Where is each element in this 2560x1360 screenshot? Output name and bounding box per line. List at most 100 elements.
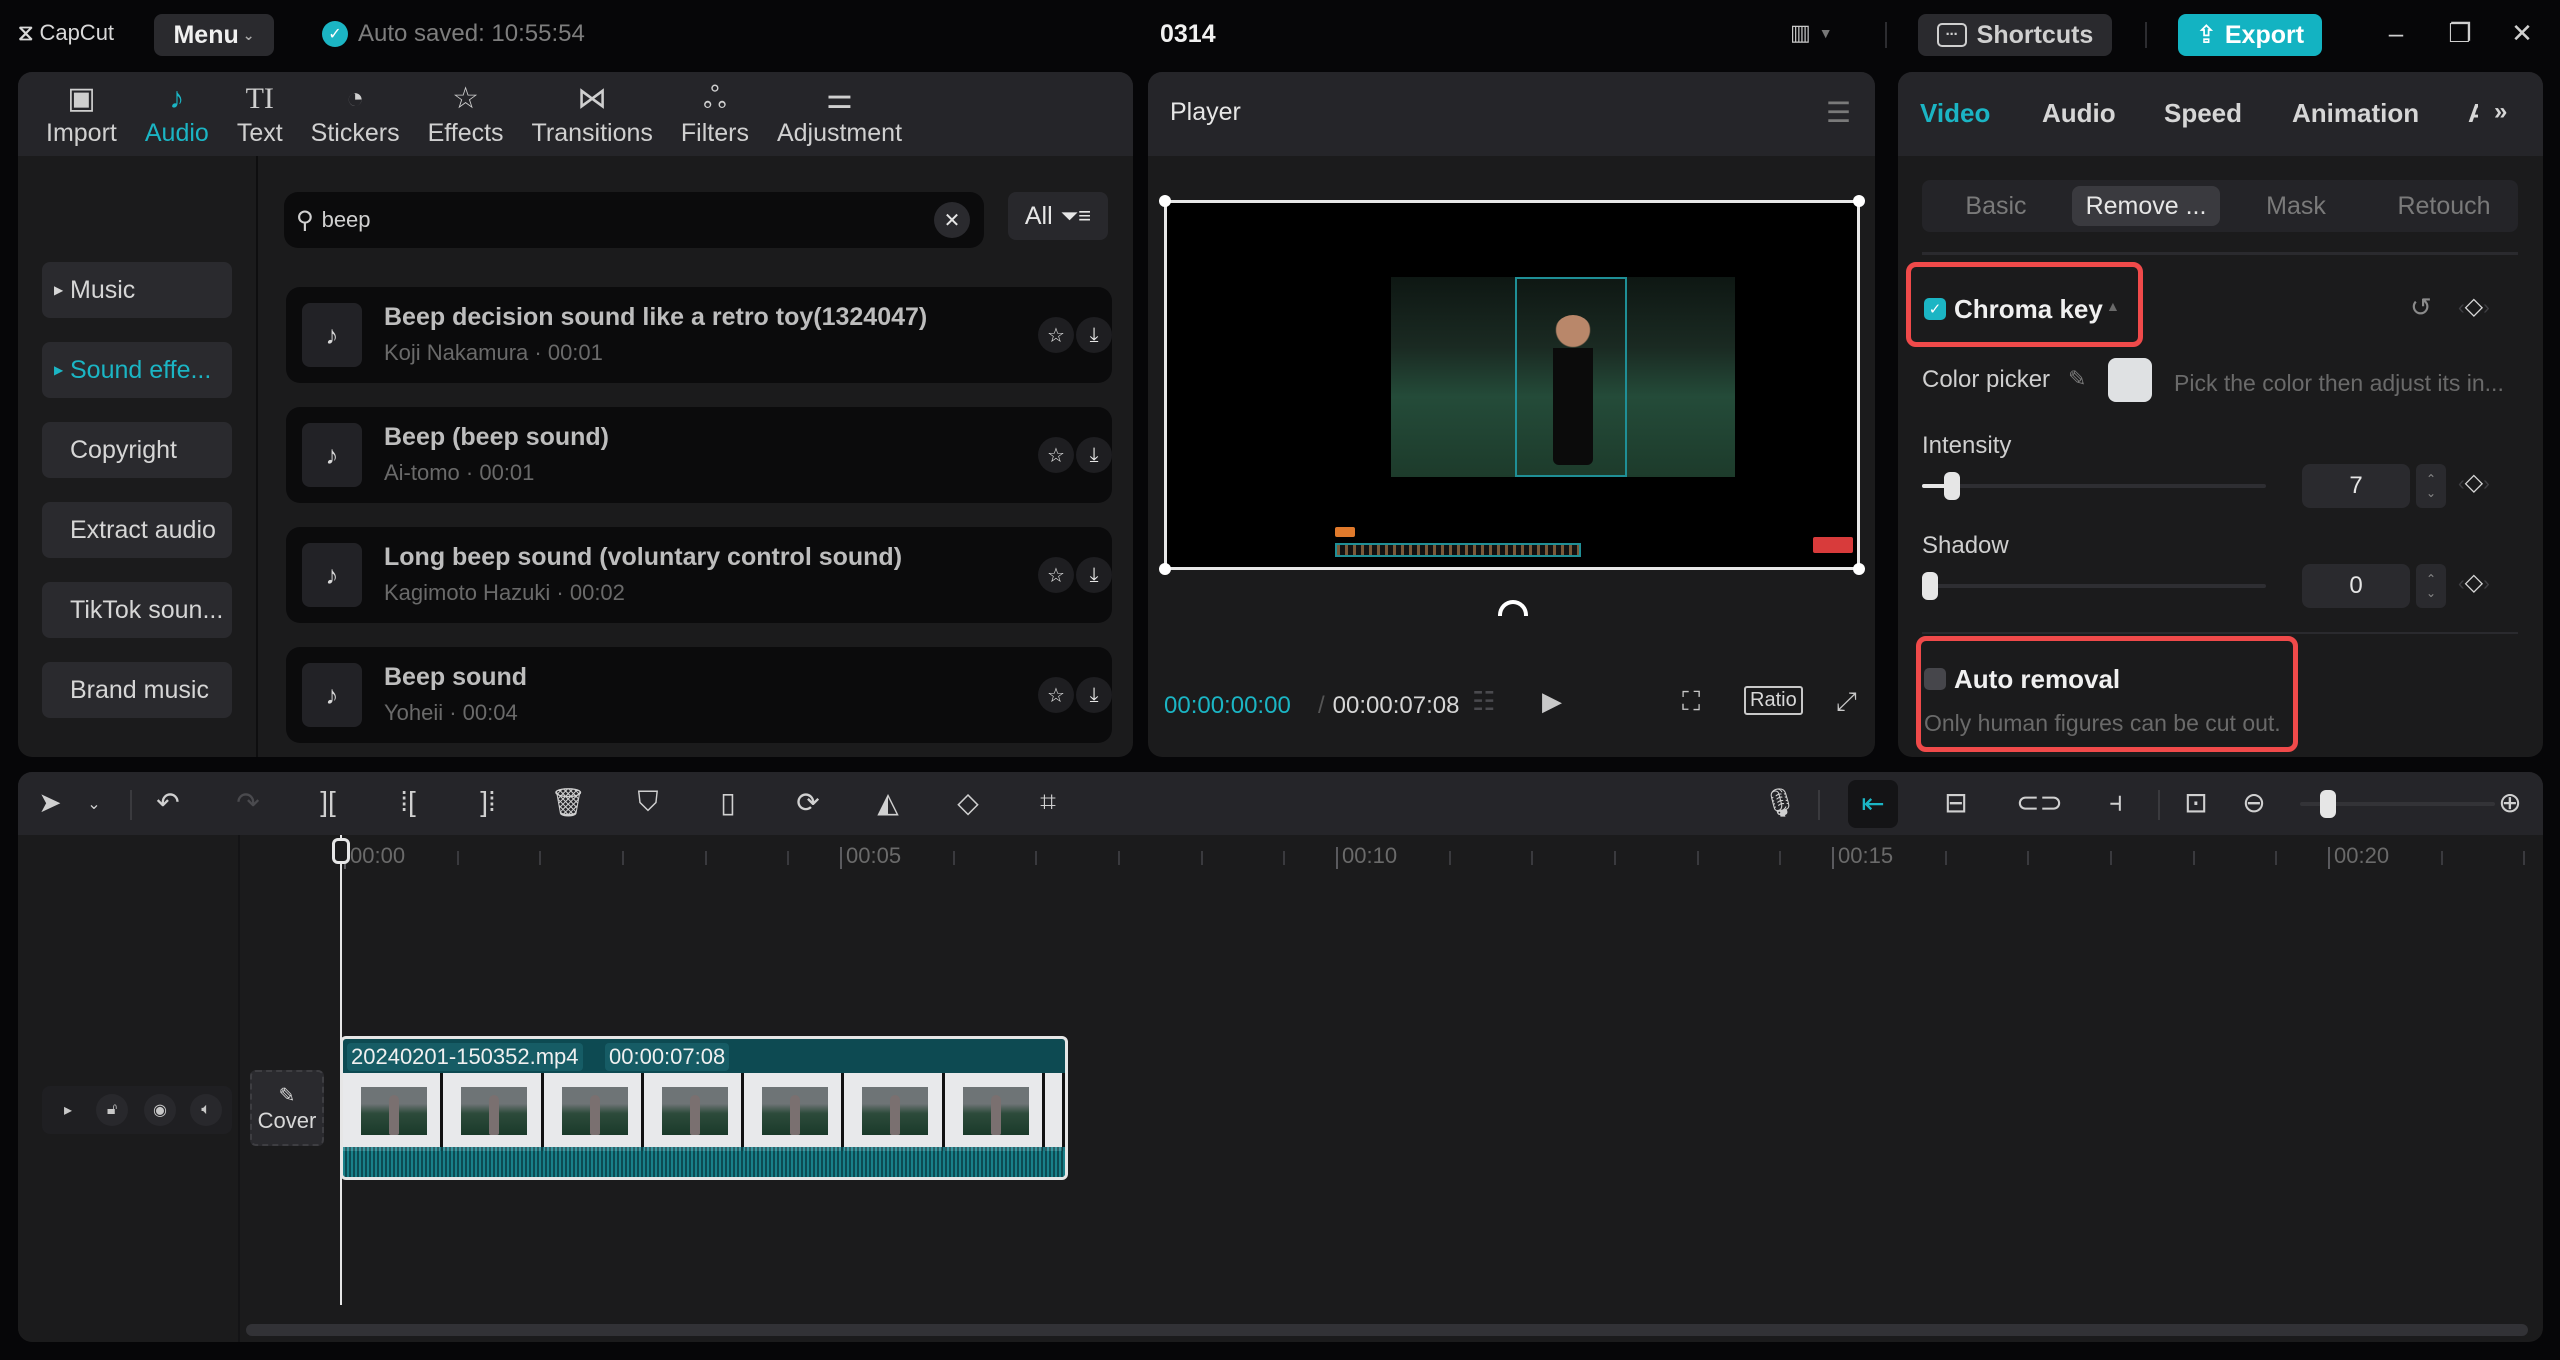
microphone-icon[interactable]: 🎙 [1760, 786, 1800, 819]
picked-color-swatch[interactable] [2108, 358, 2152, 402]
download-icon[interactable]: ⤓ [1076, 557, 1112, 593]
lock-icon[interactable]: 🔓︎ [96, 1094, 128, 1126]
download-icon[interactable]: ⤓ [1076, 677, 1112, 713]
sound-list-item[interactable]: ♪ Beep (beep sound) Ai-tomo · 00:01 ☆ ⤓ [286, 407, 1112, 503]
zoom-out-icon[interactable]: ⊖ [2234, 786, 2274, 819]
split-icon[interactable]: ][ [308, 786, 348, 818]
link-icon[interactable]: ⊂⊃ [2016, 786, 2063, 819]
rotate-handle-icon[interactable] [1498, 600, 1528, 616]
category-music[interactable]: ▶ Music [42, 262, 232, 318]
tab-stickers[interactable]: ◔ Stickers [297, 72, 414, 156]
time-ruler[interactable]: 00:00 00:05 00:10 00:15 00:20 [240, 835, 2543, 875]
timeline-zoom-slider[interactable] [2300, 790, 2495, 818]
intensity-value-field[interactable]: 7 [2302, 464, 2410, 508]
shadow-stepper[interactable]: ⌃ ⌄ [2416, 564, 2446, 608]
tab-audio[interactable]: ♪ Audio [131, 72, 223, 156]
chevron-up-icon[interactable]: ⌃ [2426, 472, 2436, 486]
slider-thumb[interactable] [1944, 472, 1960, 500]
cover-button[interactable]: ✎ Cover [250, 1070, 324, 1146]
main-track-magnet-icon[interactable]: ⇤ [1848, 780, 1898, 828]
layout-button[interactable]: ▥ ▼ [1790, 20, 1833, 46]
zoom-preview-icon[interactable]: ⛶ [1682, 686, 1700, 718]
sound-list-item[interactable]: ♪ Beep decision sound like a retro toy(1… [286, 287, 1112, 383]
favorite-star-icon[interactable]: ☆ [1038, 317, 1074, 353]
clear-search-button[interactable]: ✕ [934, 202, 970, 238]
search-box[interactable]: ⚲ ✕ [284, 192, 984, 248]
intensity-slider[interactable] [1922, 472, 2266, 500]
chroma-key-checkbox[interactable]: ✓ [1924, 298, 1946, 320]
shortcuts-button[interactable]: ⋯ Shortcuts [1918, 14, 2112, 56]
chevron-down-icon[interactable]: ⌄ [74, 794, 114, 814]
download-icon[interactable]: ⤓ [1076, 437, 1112, 473]
tab-effects[interactable]: ☆ Effects [414, 72, 518, 156]
ratio-button[interactable]: Ratio [1744, 686, 1803, 715]
keyframe-icon[interactable]: ‹◇› [2458, 292, 2490, 321]
video-preview-canvas[interactable] [1159, 195, 1865, 575]
category-sound-effects[interactable]: ▶ Sound effe... [42, 342, 232, 398]
tab-audio[interactable]: Audio [2042, 98, 2116, 129]
tab-filters[interactable]: ஃ Filters [667, 72, 763, 156]
subtab-remove-background[interactable]: Remove ... [2072, 186, 2220, 226]
zoom-to-fit-icon[interactable]: ⊡ [2176, 786, 2216, 819]
intensity-stepper[interactable]: ⌃ ⌄ [2416, 464, 2446, 508]
preview-axis-icon[interactable]: ⫞ [2096, 786, 2136, 819]
audio-speaker-icon[interactable]: 🔈︎ [190, 1094, 222, 1126]
restore-button[interactable]: ❐ [2440, 18, 2480, 49]
download-icon[interactable]: ⤓ [1076, 317, 1112, 353]
keyframe-icon[interactable]: ‹◇› [2458, 568, 2490, 597]
select-tool-icon[interactable]: ➤ [30, 786, 70, 819]
resize-handle[interactable] [1853, 195, 1865, 207]
chevron-up-icon[interactable]: ⌃ [2426, 572, 2436, 586]
shadow-value-field[interactable]: 0 [2302, 564, 2410, 608]
reverse-icon[interactable]: ⟳ [788, 786, 828, 819]
more-tabs-icon[interactable]: » [2494, 98, 2507, 126]
horizontal-scrollbar[interactable] [246, 1324, 2528, 1336]
tab-speed[interactable]: Speed [2164, 98, 2242, 129]
hamburger-menu-icon[interactable]: ☰ [1826, 96, 1851, 129]
menu-button[interactable]: Menu ⌄ [154, 14, 274, 56]
keyframe-icon[interactable]: ‹◇› [2458, 468, 2490, 497]
category-copyright[interactable]: Copyright [42, 422, 232, 478]
rotate-icon[interactable]: ◇ [948, 786, 988, 819]
mirror-icon[interactable]: ◭ [868, 786, 908, 819]
delete-icon[interactable]: 🗑 [548, 786, 588, 819]
shadow-slider[interactable] [1922, 572, 2266, 600]
minimize-button[interactable]: – [2376, 18, 2416, 49]
visibility-eye-icon[interactable]: ◉ [144, 1094, 176, 1126]
filter-button[interactable]: All ⏷≡ [1008, 192, 1108, 240]
favorite-star-icon[interactable]: ☆ [1038, 437, 1074, 473]
marker-icon[interactable]: ⛉ [628, 786, 668, 819]
resize-handle[interactable] [1159, 563, 1171, 575]
redo-icon[interactable]: ↷ [228, 786, 268, 819]
category-tiktok-sounds[interactable]: TikTok soun... [42, 582, 232, 638]
zoom-in-icon[interactable]: ⊕ [2490, 786, 2530, 819]
tab-animation[interactable]: Animation [2292, 98, 2419, 129]
crop-icon[interactable]: ⌗ [1028, 786, 1068, 819]
collapse-caret-icon[interactable]: ▲ [2106, 298, 2120, 314]
slider-thumb[interactable] [1922, 572, 1938, 600]
chevron-down-icon[interactable]: ⌄ [2426, 486, 2436, 500]
subtab-basic[interactable]: Basic [1922, 186, 2070, 226]
export-button[interactable]: ⇪ Export [2178, 14, 2322, 56]
search-input[interactable] [321, 207, 882, 233]
favorite-star-icon[interactable]: ☆ [1038, 557, 1074, 593]
undo-icon[interactable]: ↶ [148, 786, 188, 819]
close-button[interactable]: ✕ [2502, 18, 2542, 49]
sound-list-item[interactable]: ♪ Long beep sound (voluntary control sou… [286, 527, 1112, 623]
split-right-icon[interactable]: ]⁞ [468, 786, 508, 818]
tab-adjustment[interactable]: ⚌ Adjustment [763, 72, 916, 156]
selected-person-box[interactable] [1515, 277, 1627, 477]
category-brand-music[interactable]: Brand music [42, 662, 232, 718]
reset-icon[interactable]: ↺ [2410, 292, 2432, 323]
subtab-retouch[interactable]: Retouch [2370, 186, 2518, 226]
auto-snapping-icon[interactable]: ⊟ [1936, 786, 1976, 819]
subtab-mask[interactable]: Mask [2222, 186, 2370, 226]
fullscreen-icon[interactable]: ⤢ [1836, 686, 1857, 718]
resize-handle[interactable] [1159, 195, 1171, 207]
playhead-handle[interactable] [332, 838, 350, 864]
sound-list-item[interactable]: ♪ Beep sound Yoheii · 00:04 ☆ ⤓ [286, 647, 1112, 743]
chevron-down-icon[interactable]: ⌄ [2426, 586, 2436, 600]
track-video-icon[interactable]: ▸ [52, 1094, 84, 1126]
freeze-frame-icon[interactable]: ▯ [708, 786, 748, 819]
resize-handle[interactable] [1853, 563, 1865, 575]
